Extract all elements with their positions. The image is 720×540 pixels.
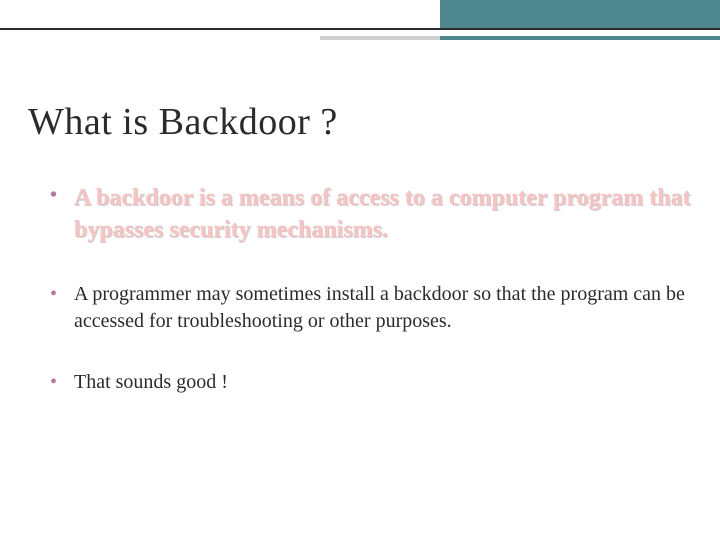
bullet-list: A backdoor is a means of access to a com… (28, 182, 692, 396)
list-item: A backdoor is a means of access to a com… (50, 182, 692, 247)
divider-line (0, 28, 720, 30)
list-item: That sounds good ! (50, 369, 692, 396)
gray-accent (320, 36, 440, 40)
teal-bar (440, 0, 720, 28)
slide-title: What is Backdoor ? (28, 100, 692, 144)
bullet-text: That sounds good ! (74, 371, 228, 393)
slide-content: What is Backdoor ? A backdoor is a means… (28, 100, 692, 430)
list-item: A programmer may sometimes install a bac… (50, 281, 692, 335)
bullet-text-highlight: A backdoor is a means of access to a com… (74, 185, 691, 243)
teal-accent (440, 36, 720, 40)
bullet-text: A programmer may sometimes install a bac… (74, 283, 685, 332)
decorative-top-border (0, 0, 720, 34)
